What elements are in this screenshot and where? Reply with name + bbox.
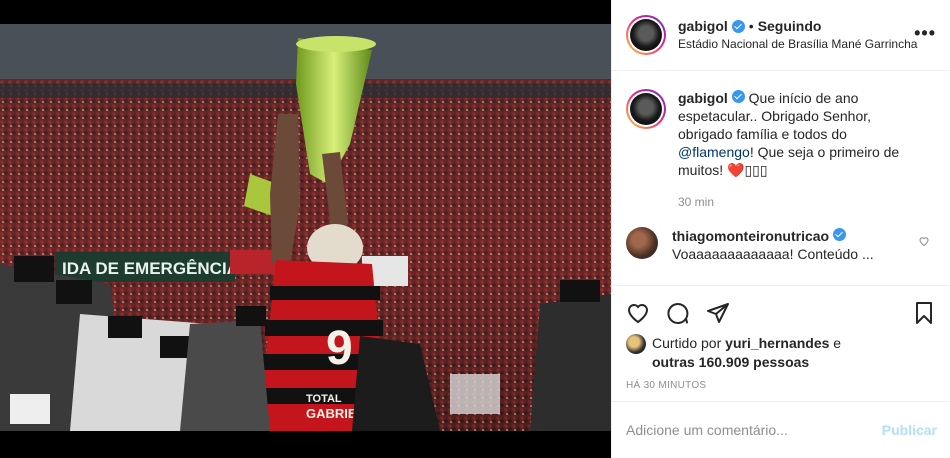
separator-dot: • <box>748 18 754 34</box>
banner-text: IDA DE EMERGÊNCIA <box>62 259 239 278</box>
verified-badge-icon <box>731 90 745 103</box>
jersey-number: 9 <box>326 322 353 375</box>
liker-avatar[interactable] <box>626 334 646 354</box>
location-link[interactable]: Estádio Nacional de Brasília Mané Garrin… <box>678 35 917 53</box>
share-paper-plane-icon[interactable] <box>706 301 730 325</box>
like-heart-icon[interactable] <box>626 301 650 325</box>
post-header: gabigol • Seguindo Estádio Nacional de B… <box>612 0 950 71</box>
caption-username[interactable]: gabigol <box>678 90 728 106</box>
comments-section: gabigol Que início de ano espetacular.. … <box>612 71 950 286</box>
likes-summary: Curtido por yuri_hernandes e outras 160.… <box>612 334 950 372</box>
verified-badge-icon <box>731 19 745 33</box>
comment-bubble-icon[interactable] <box>666 301 690 325</box>
more-options-icon[interactable]: ••• <box>914 24 936 42</box>
liker-username[interactable]: yuri_hernandes <box>725 335 829 351</box>
likes-prefix: Curtido por <box>652 335 726 351</box>
like-comment-heart-icon[interactable] <box>918 235 930 247</box>
commenter-avatar[interactable] <box>626 227 658 259</box>
caption: gabigol Que início de ano espetacular.. … <box>626 89 936 211</box>
publish-button[interactable]: Publicar <box>882 422 937 438</box>
photo-area: IDA DE EMERGÊNCIA 9 TOTAL GABRIEL <box>0 0 611 458</box>
caption-avatar[interactable] <box>626 89 666 129</box>
save-bookmark-icon[interactable] <box>912 301 936 325</box>
likes-count-link[interactable]: outras 160.909 pessoas <box>652 354 809 370</box>
comment-input[interactable] <box>626 422 882 438</box>
jersey-sponsor: TOTAL <box>306 393 342 405</box>
post-timestamp[interactable]: HÁ 30 MINUTOS <box>612 372 950 391</box>
verified-badge-icon <box>833 228 847 241</box>
action-bar <box>612 286 950 334</box>
post-side-panel: gabigol • Seguindo Estádio Nacional de B… <box>611 0 950 458</box>
post-modal: IDA DE EMERGÊNCIA 9 TOTAL GABRIEL gabigo… <box>0 0 950 458</box>
following-button[interactable]: Seguindo <box>758 17 822 35</box>
caption-time: 30 min <box>678 195 715 209</box>
commenter-username[interactable]: thiagomonteironutricao <box>672 228 829 244</box>
author-username[interactable]: gabigol <box>678 17 728 35</box>
mention-link[interactable]: @flamengo <box>678 144 750 160</box>
likes-conj: e <box>829 335 842 351</box>
comment-text: Voaaaaaaaaaaaaa! Conteúdo ... <box>672 246 874 262</box>
post-photo-illustration: IDA DE EMERGÊNCIA 9 TOTAL GABRIEL <box>0 24 611 431</box>
author-avatar[interactable] <box>626 15 666 55</box>
add-comment-bar: Publicar <box>612 401 950 458</box>
comment-item: thiagomonteironutricao Voaaaaaaaaaaaaa! … <box>626 227 936 263</box>
post-photo[interactable]: IDA DE EMERGÊNCIA 9 TOTAL GABRIEL <box>0 24 611 431</box>
